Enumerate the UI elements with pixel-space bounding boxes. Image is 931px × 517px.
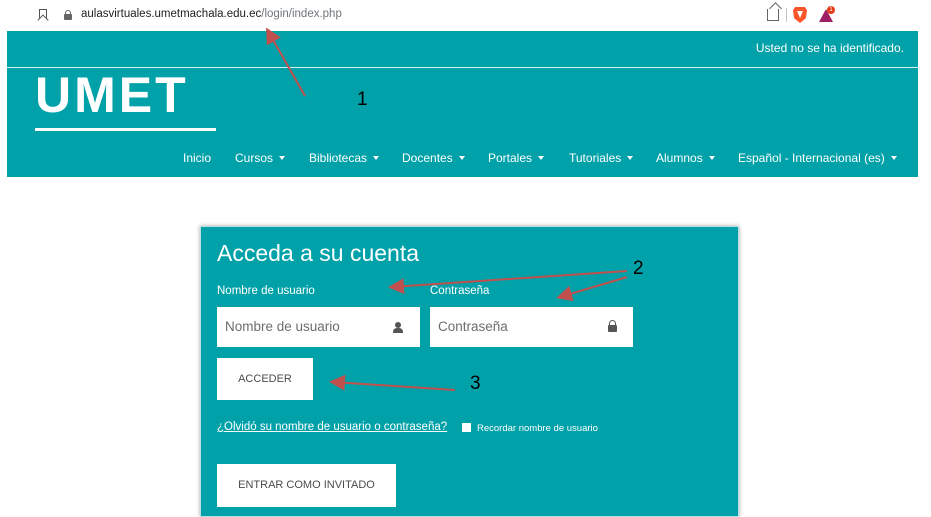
logo-text: UMET — [35, 67, 189, 123]
password-placeholder: Contraseña — [438, 319, 508, 334]
login-status-text: Usted no se ha identificado. — [755, 41, 904, 55]
annotation-number-3: 3 — [470, 373, 481, 394]
caret-down-icon — [627, 155, 634, 160]
login-card: Acceda a su cuenta Nombre de usuario Nom… — [200, 226, 739, 517]
url-path: /login/index.php — [261, 8, 342, 20]
forgot-password-link[interactable]: ¿Olvidó su nombre de usuario o contraseñ… — [217, 421, 447, 433]
username-placeholder: Nombre de usuario — [225, 319, 340, 334]
nav-label: Portales — [488, 151, 533, 165]
toolbar-divider — [786, 8, 787, 22]
share-icon[interactable] — [767, 9, 779, 21]
guest-login-button[interactable]: ENTRAR COMO INVITADO — [217, 464, 396, 507]
login-button[interactable]: ACCEDER — [217, 358, 313, 400]
caret-down-icon — [279, 155, 286, 160]
nav-label: Inicio — [183, 151, 212, 165]
nav-label: Español - Internacional (es) — [738, 151, 885, 165]
remember-checkbox[interactable] — [462, 423, 471, 432]
username-input[interactable]: Nombre de usuario — [217, 307, 420, 347]
nav-item-language[interactable]: Español - Internacional (es) — [738, 151, 897, 165]
main-nav: Inicio Cursos Bibliotecas Docentes Porta… — [7, 143, 918, 173]
nav-label: Bibliotecas — [309, 151, 368, 165]
nav-item-alumnos[interactable]: Alumnos — [656, 151, 715, 165]
caret-down-icon — [373, 155, 380, 160]
bookmark-icon[interactable] — [39, 9, 47, 20]
nav-label: Alumnos — [656, 151, 703, 165]
caret-down-icon — [708, 155, 715, 160]
caret-down-icon — [890, 155, 897, 160]
annotation-number-2: 2 — [633, 258, 644, 279]
brave-shields-icon[interactable] — [793, 7, 807, 23]
logo-underline — [35, 128, 216, 131]
caret-down-icon — [538, 155, 545, 160]
page: aulasvirtuales.umetmachala.edu.ec/login/… — [0, 0, 931, 517]
nav-item-tutoriales[interactable]: Tutoriales — [569, 151, 634, 165]
url-field[interactable]: aulasvirtuales.umetmachala.edu.ec/login/… — [81, 8, 342, 20]
annotation-number-1: 1 — [357, 89, 368, 110]
password-label: Contraseña — [430, 285, 490, 297]
lock-icon — [608, 320, 617, 332]
url-domain: aulasvirtuales.umetmachala.edu.ec — [81, 8, 262, 20]
nav-item-inicio[interactable]: Inicio — [183, 151, 211, 165]
site-logo[interactable]: UMET — [35, 67, 216, 133]
nav-item-docentes[interactable]: Docentes — [402, 151, 465, 165]
caret-down-icon — [458, 155, 465, 160]
user-icon — [393, 322, 403, 333]
username-label: Nombre de usuario — [217, 285, 315, 297]
password-input[interactable]: Contraseña — [430, 307, 633, 347]
browser-address-bar: aulasvirtuales.umetmachala.edu.ec/login/… — [0, 0, 931, 31]
nav-item-portales[interactable]: Portales — [488, 151, 545, 165]
login-title: Acceda a su cuenta — [217, 240, 420, 266]
nav-label: Tutoriales — [569, 151, 622, 165]
nav-item-bibliotecas[interactable]: Bibliotecas — [309, 151, 380, 165]
lock-icon[interactable] — [64, 10, 72, 20]
nav-label: Docentes — [402, 151, 453, 165]
nav-label: Cursos — [235, 151, 274, 165]
nav-item-cursos[interactable]: Cursos — [235, 151, 286, 165]
site-header: Usted no se ha identificado. UMET Inicio… — [7, 31, 918, 177]
remember-label[interactable]: Recordar nombre de usuario — [477, 423, 598, 434]
rewards-badge: 1 — [827, 6, 835, 14]
